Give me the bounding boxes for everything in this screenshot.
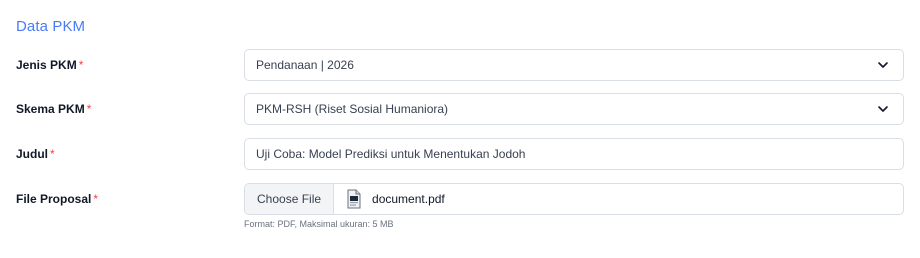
skema-pkm-label-text: Skema PKM [16,102,85,116]
chevron-down-icon [878,106,888,112]
file-format-hint: Format: PDF, Maksimal ukuran: 5 MB [244,219,394,229]
choose-file-button[interactable]: Choose File [245,184,335,214]
jenis-pkm-selected-value: Pendanaan | 2026 [256,58,354,72]
file-proposal-row: File Proposal * Choose File document.pdf [0,183,920,215]
required-mark: * [86,102,92,116]
file-proposal-label: File Proposal * [16,183,98,215]
skema-pkm-row: Skema PKM * PKM-RSH (Riset Sosial Humanio… [0,93,920,125]
selected-file: document.pdf [334,184,445,214]
skema-pkm-select[interactable]: PKM-RSH (Riset Sosial Humaniora) [244,93,904,125]
skema-pkm-selected-value: PKM-RSH (Riset Sosial Humaniora) [256,102,449,116]
section-title: Data PKM [16,18,86,35]
judul-row: Judul * Uji Coba: Model Prediksi untuk Me… [0,138,920,170]
required-mark: * [50,147,55,161]
judul-label: Judul * [16,138,55,170]
required-mark: * [78,58,84,72]
jenis-pkm-row: Jenis PKM * Pendanaan | 2026 [0,49,920,81]
jenis-pkm-label-text: Jenis PKM [16,58,77,72]
jenis-pkm-select[interactable]: Pendanaan | 2026 [244,49,904,81]
pdf-file-icon [347,189,361,209]
file-proposal-label-text: File Proposal [16,192,92,206]
judul-input-value: Uji Coba: Model Prediksi untuk Menentuka… [256,147,526,161]
judul-input[interactable]: Uji Coba: Model Prediksi untuk Menentuka… [244,138,904,170]
skema-pkm-label: Skema PKM * [16,93,91,125]
required-mark: * [93,192,99,206]
file-proposal-input[interactable]: Choose File document.pdf [244,183,904,215]
jenis-pkm-label: Jenis PKM * [16,49,83,81]
data-pkm-form: Data PKM Jenis PKM * Pendanaan | 2026 Ske… [0,0,920,258]
judul-label-text: Judul [16,147,48,161]
selected-file-name: document.pdf [372,192,445,206]
chevron-down-icon [878,62,888,68]
